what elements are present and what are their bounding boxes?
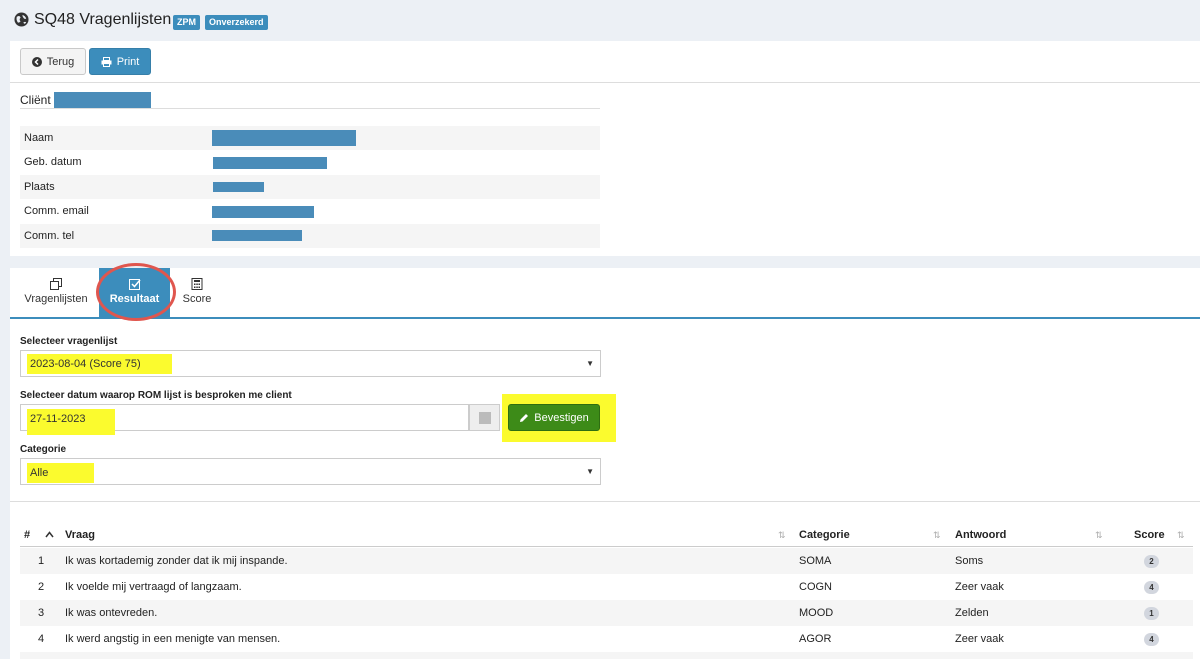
col-header-antwoord[interactable]: Antwoord [955, 529, 1006, 541]
geb-datum-value-redacted [213, 157, 327, 169]
pencil-icon [520, 413, 529, 422]
sort-asc-icon[interactable] [45, 531, 54, 538]
row-num: 1 [38, 555, 45, 567]
info-label-plaats: Plaats [24, 181, 55, 193]
row-answer: Zeer vaak [955, 633, 1004, 645]
sort-icon[interactable]: ⇅ [1177, 530, 1185, 541]
table-row: 1 Ik was kortademig zonder dat ik mij in… [20, 548, 1193, 574]
annotation-circle [96, 263, 176, 321]
table-row [20, 652, 1193, 659]
back-button[interactable]: Terug [20, 48, 86, 75]
table-header-divider [20, 546, 1193, 547]
arrow-left-circle-icon [31, 56, 42, 67]
toolbar-divider [10, 82, 1200, 83]
row-question: Ik was ontevreden. [65, 607, 158, 619]
sort-icon[interactable]: ⇅ [1095, 530, 1103, 541]
form-divider [10, 501, 1200, 502]
date-value: 27-11-2023 [30, 413, 86, 425]
chevron-down-icon: ▼ [586, 359, 594, 368]
sort-icon[interactable]: ⇅ [778, 530, 786, 541]
calendar-square-icon [479, 412, 491, 424]
sort-icon[interactable]: ⇅ [933, 530, 941, 541]
info-row-comm-tel: Comm. tel [20, 224, 600, 248]
tab-vragenlijsten-label: Vragenlijsten [24, 293, 88, 305]
date-label: Selecteer datum waarop ROM lijst is besp… [20, 390, 292, 401]
printer-icon [101, 56, 112, 67]
comm-email-value-redacted [212, 206, 314, 218]
date-input[interactable]: 27-11-2023 [20, 404, 469, 435]
globe-icon [14, 12, 29, 27]
date-addon-checkbox[interactable] [469, 404, 500, 431]
score-badge: 1 [1144, 607, 1159, 620]
row-answer: Zeer vaak [955, 581, 1004, 593]
row-question: Ik was kortademig zonder dat ik mij insp… [65, 555, 288, 567]
comm-tel-value-redacted [212, 230, 302, 241]
row-category: SOMA [799, 555, 832, 567]
page-header: SQ48 Vragenlijsten ZPM Onverzekerd [0, 0, 1200, 40]
tab-vragenlijsten[interactable]: Vragenlijsten [16, 268, 96, 318]
info-row-comm-email: Comm. email [20, 199, 600, 223]
questionnaire-value: 2023-08-04 (Score 75) [30, 358, 141, 370]
insurance-badge: Onverzekerd [205, 15, 268, 30]
print-button[interactable]: Print [89, 48, 151, 75]
plaats-value-redacted [213, 182, 264, 192]
back-button-label: Terug [46, 55, 75, 68]
info-label-geb-datum: Geb. datum [24, 156, 82, 168]
col-header-vraag[interactable]: Vraag [65, 529, 95, 541]
table-row: 3 Ik was ontevreden. MOOD Zelden 1 [20, 600, 1193, 626]
calculator-icon [191, 278, 203, 290]
info-label-comm-tel: Comm. tel [24, 230, 75, 242]
category-label: Categorie [20, 444, 67, 455]
info-label-naam: Naam [24, 132, 54, 144]
client-section-label: Cliënt [20, 93, 51, 107]
col-header-categorie[interactable]: Categorie [799, 529, 850, 541]
table-row: 4 Ik werd angstig in een menigte van men… [20, 626, 1193, 652]
col-header-num[interactable]: # [24, 529, 30, 541]
score-badge: 2 [1144, 555, 1159, 568]
client-divider [20, 108, 600, 109]
print-button-label: Print [116, 55, 140, 68]
questionnaire-label: Selecteer vragenlijst [20, 336, 118, 347]
row-category: AGOR [799, 633, 832, 645]
confirm-button[interactable]: Bevestigen [508, 404, 600, 431]
row-num: 2 [38, 581, 45, 593]
info-label-comm-email: Comm. email [24, 205, 89, 217]
row-category: MOOD [799, 607, 834, 619]
row-answer: Soms [955, 555, 984, 567]
row-answer: Zelden [955, 607, 989, 619]
questionnaire-select[interactable]: 2023-08-04 (Score 75) ▼ [20, 350, 601, 377]
category-select[interactable]: Alle ▼ [20, 458, 601, 485]
row-question: Ik werd angstig in een menigte van mense… [65, 633, 281, 645]
row-question: Ik voelde mij vertraagd of langzaam. [65, 581, 242, 593]
tab-underline [10, 317, 1200, 319]
confirm-button-label: Bevestigen [534, 411, 589, 424]
category-value: Alle [30, 467, 49, 479]
client-name-redacted [54, 92, 151, 109]
chevron-down-icon: ▼ [586, 467, 594, 476]
info-row-naam: Naam [20, 126, 600, 150]
page-title: SQ48 Vragenlijsten [34, 11, 172, 28]
score-badge: 4 [1144, 633, 1159, 646]
table-row: 2 Ik voelde mij vertraagd of langzaam. C… [20, 574, 1193, 600]
tab-score-label: Score [182, 293, 212, 305]
row-num: 3 [38, 607, 45, 619]
row-category: COGN [799, 581, 832, 593]
info-row-geb-datum: Geb. datum [20, 150, 600, 174]
copy-icon [50, 278, 62, 290]
score-badge: 4 [1144, 581, 1159, 594]
col-header-score[interactable]: Score [1134, 529, 1165, 541]
naam-value-redacted [212, 130, 356, 146]
zpm-badge: ZPM [173, 15, 200, 30]
row-num: 4 [38, 633, 45, 645]
info-row-plaats: Plaats [20, 175, 600, 199]
tab-score[interactable]: Score [174, 268, 220, 318]
